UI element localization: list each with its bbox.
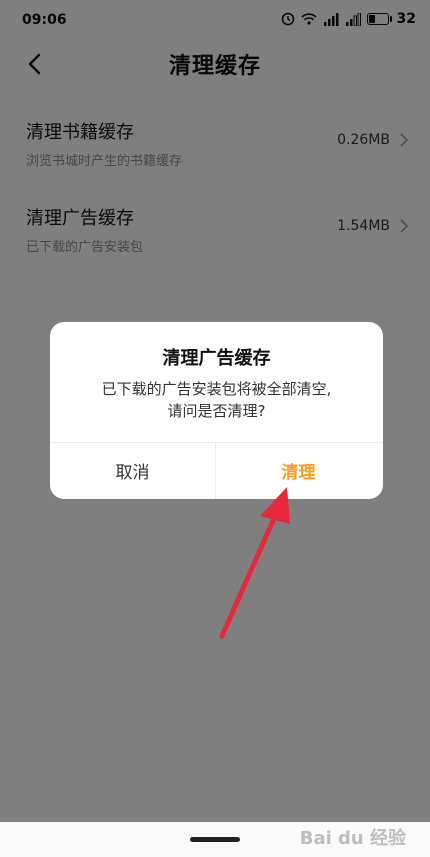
dialog-message: 已下载的广告安装包将被全部清空, 请问是否清理? <box>70 378 363 422</box>
screen: 09:06 32 清理缓存 清理书籍缓存 <box>0 0 430 857</box>
system-nav-bar: Bai du 经验 <box>0 822 430 857</box>
dialog-message-line1: 已下载的广告安装包将被全部清空, <box>101 380 332 398</box>
home-indicator[interactable] <box>190 837 240 842</box>
dialog-message-line2: 请问是否清理? <box>167 402 266 420</box>
cancel-button[interactable]: 取消 <box>50 442 215 499</box>
watermark: Bai du 经验 <box>299 828 406 849</box>
confirm-clear-button[interactable]: 清理 <box>216 442 381 499</box>
confirm-dialog: 清理广告缓存 已下载的广告安装包将被全部清空, 请问是否清理? 取消 清理 <box>50 322 383 499</box>
dialog-title: 清理广告缓存 <box>162 348 271 369</box>
